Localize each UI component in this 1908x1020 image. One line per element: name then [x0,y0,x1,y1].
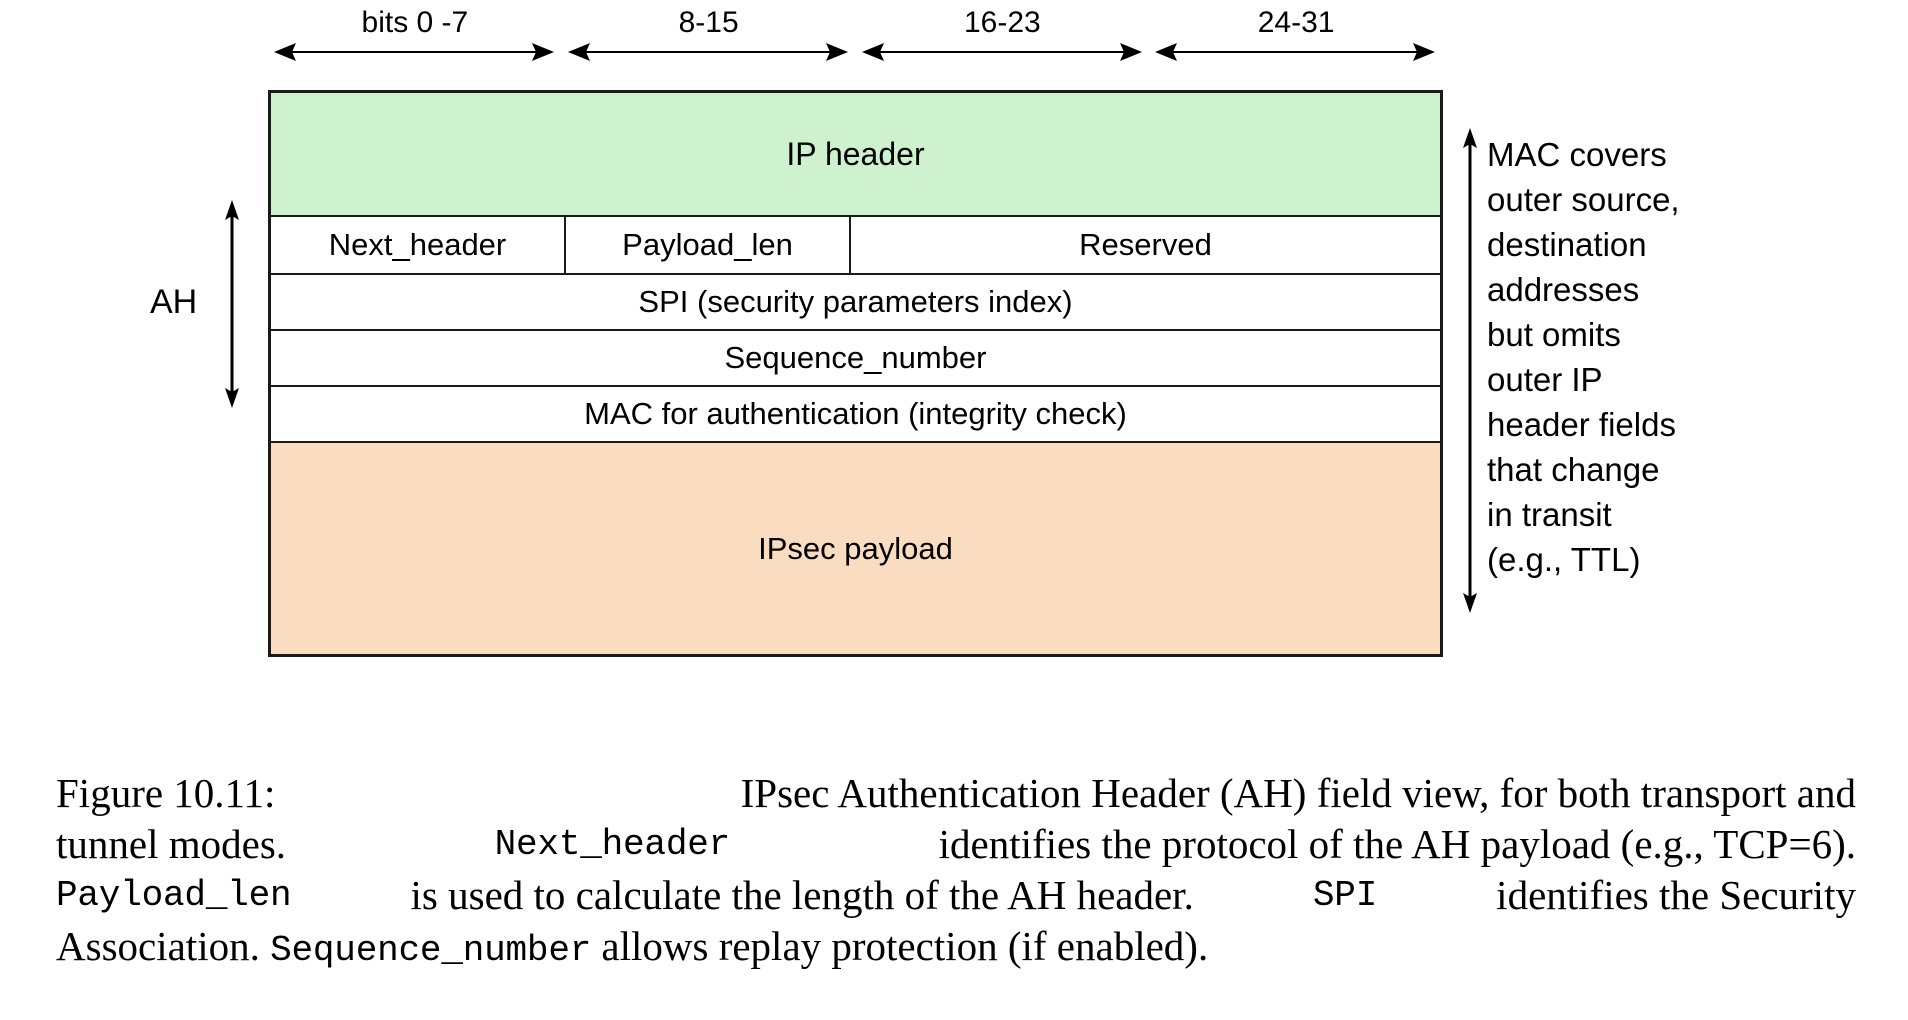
mac-coverage-arrow-icon [1463,128,1477,613]
ah-span-arrow-icon [225,200,239,408]
caption-mono-spi: SPI [1312,875,1378,916]
cell-payload-len: Payload_len [564,217,849,273]
bit-range-0-7-label: bits 0 -7 [361,6,469,39]
row-ipsec-payload: IPsec payload [271,441,1440,654]
caption-line-4: Association. Sequence_number allows repl… [56,921,1856,976]
bit-range-0-7: bits 0 -7 [268,6,562,68]
mac-note-line-10: (e.g., TTL) [1487,541,1641,578]
caption-line-1-text: IPsec Authentication Header (AH) field v… [740,770,1856,816]
bit-ruler: bits 0 -7 8-15 16-23 24-31 [268,6,1443,68]
bit-range-16-23-label: 16-23 [964,6,1041,39]
mac-note-line-2: outer source, [1487,181,1680,218]
cell-sequence-number: Sequence_number [724,340,987,375]
double-arrow-icon [274,43,554,61]
caption-line-4-text-a: Association. [56,923,260,969]
mac-note-line-1: MAC covers [1487,136,1667,173]
cell-spi: SPI (security parameters index) [638,284,1073,319]
row-spi: SPI (security parameters index) [271,273,1440,329]
mac-note-line-7: header fields [1487,406,1676,443]
bit-range-24-31-label: 24-31 [1257,6,1335,39]
caption-mono-next-header: Next_header [494,824,731,865]
ah-label: AH [150,283,198,321]
bit-range-8-15-label: 8-15 [678,6,739,39]
row-mac: MAC for authentication (integrity check) [271,385,1440,441]
caption-line-3: Payload_len is used to calculate the len… [56,870,1856,921]
mac-coverage-note: MAC covers outer source, destination add… [1487,132,1787,582]
mac-note-line-8: that change [1487,451,1660,488]
caption-line-4-text-b: allows replay protection (if enabled). [601,923,1209,969]
packet-field-diagram: IP header Next_header Payload_len Reserv… [268,90,1443,657]
row-ip-header: IP header [271,93,1440,215]
caption-line-2-text-b: identifies the protocol of the AH payloa… [938,821,1856,867]
caption-line-2: tunnel modes. Next_header identifies the… [56,819,1856,870]
bit-range-24-31: 24-31 [1149,6,1443,68]
caption-mono-sequence-number: Sequence_number [270,930,592,971]
bit-range-16-23: 16-23 [856,6,1150,68]
caption-line-2-text-a: tunnel modes. [56,821,287,867]
mac-note-line-9: in transit [1487,496,1612,533]
cell-mac: MAC for authentication (integrity check) [584,396,1127,431]
double-arrow-icon [1155,43,1436,61]
row-sequence-number: Sequence_number [271,329,1440,385]
mac-note-line-6: outer IP [1487,361,1603,398]
double-arrow-icon [567,43,848,61]
mac-note-line-5: but omits [1487,316,1621,353]
cell-ip-header: IP header [786,136,925,172]
caption-line-3-text-a: is used to calculate the length of the A… [410,872,1194,918]
caption-mono-payload-len: Payload_len [56,875,292,916]
caption-figure-number: Figure 10.11: [56,770,276,816]
cell-next-header: Next_header [328,227,507,262]
mac-note-line-4: addresses [1487,271,1640,308]
caption-line-3-text-b: identifies the Security [1496,872,1856,918]
mac-note-line-3: destination [1487,226,1647,263]
cell-ipsec-payload: IPsec payload [758,530,953,566]
caption-line-1: Figure 10.11: IPsec Authentication Heade… [56,768,1856,819]
ipsec-ah-figure: bits 0 -7 8-15 16-23 24-31 AH IP header … [0,0,1908,770]
figure-caption: Figure 10.11: IPsec Authentication Heade… [56,768,1856,976]
double-arrow-icon [861,43,1142,61]
row-ah-fixed-fields: Next_header Payload_len Reserved [271,215,1440,273]
bit-range-8-15: 8-15 [562,6,856,68]
cell-reserved: Reserved [849,217,1440,273]
